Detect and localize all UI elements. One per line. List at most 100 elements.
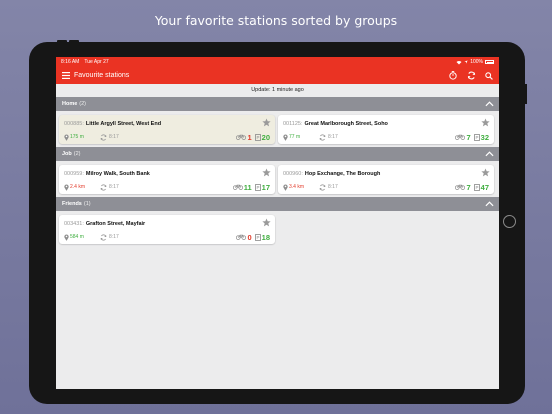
station-card-row: 003431: Grafton Street, Mayfair 584 m 8:…: [56, 211, 499, 247]
svg-text:P: P: [256, 185, 259, 190]
station-name: Grafton Street, Mayfair: [85, 220, 146, 227]
dock-icon: P: [473, 183, 480, 191]
group-count: (2): [79, 101, 87, 107]
timer-icon: [449, 71, 457, 80]
chevron-up-icon[interactable]: [485, 201, 494, 207]
station-card[interactable]: 003431: Grafton Street, Mayfair 584 m 8:…: [59, 215, 275, 244]
group-header[interactable]: Home (2): [56, 97, 499, 111]
sync-icon: [319, 133, 326, 141]
station-name: Great Marlborough Street, Soho: [304, 120, 388, 127]
station-update-time: 8:17: [109, 134, 119, 140]
station-card[interactable]: 000959: Milroy Walk, South Bank 2.4 km 8…: [59, 165, 275, 194]
station-name: Milroy Walk, South Bank: [85, 170, 150, 177]
star-icon[interactable]: [481, 168, 490, 177]
station-update-time: 8:17: [109, 234, 119, 240]
refresh-button[interactable]: [465, 70, 477, 82]
sync-icon: [100, 183, 107, 191]
dock-icon: P: [254, 233, 261, 241]
station-code: 000959:: [64, 170, 84, 177]
location-pin-icon: [283, 134, 288, 141]
app-bar: Favourite stations: [56, 67, 499, 84]
star-icon[interactable]: [481, 118, 490, 127]
battery-percent: 100%: [470, 59, 483, 65]
dock-icon: P: [254, 183, 261, 191]
station-update-time: 8:17: [328, 134, 338, 140]
group-header[interactable]: Job (2): [56, 147, 499, 161]
refresh-icon: [467, 71, 475, 80]
svg-text:P: P: [475, 135, 478, 140]
chevron-up-icon[interactable]: [485, 101, 494, 107]
station-card[interactable]: 000960: Hop Exchange, The Borough 3.4 km…: [278, 165, 494, 194]
station-group: Job (2) 000959: Milroy Walk, South Bank …: [56, 147, 499, 197]
marketing-headline: Your favorite stations sorted by groups: [154, 13, 398, 28]
available-bikes: 7: [466, 182, 471, 192]
station-card-row: 000885: Little Argyll Street, West End 1…: [56, 111, 499, 147]
battery-icon: [485, 60, 494, 64]
dock-icon: P: [254, 133, 261, 141]
group-count: (1): [83, 201, 91, 207]
group-count: (2): [73, 151, 81, 157]
station-card[interactable]: 001125: Great Marlborough Street, Soho 7…: [278, 115, 494, 144]
available-docks: 47: [480, 182, 489, 192]
location-arrow-icon: [464, 60, 468, 64]
group-name: Home: [62, 101, 78, 107]
svg-text:P: P: [256, 235, 259, 240]
dock-icon: P: [473, 133, 480, 141]
station-distance: 77 m: [289, 134, 301, 140]
station-group: Friends (1) 003431: Grafton Street, Mayf…: [56, 197, 499, 247]
bike-icon: [236, 134, 247, 140]
available-docks: 18: [261, 232, 270, 242]
station-name: Little Argyll Street, West End: [85, 120, 162, 127]
location-pin-icon: [64, 184, 69, 191]
search-button[interactable]: [483, 70, 495, 82]
station-update-time: 8:17: [109, 184, 119, 190]
available-docks: 32: [480, 132, 489, 142]
station-distance: 2.4 km: [70, 184, 86, 190]
group-header[interactable]: Friends (1): [56, 197, 499, 211]
station-card-row: 000959: Milroy Walk, South Bank 2.4 km 8…: [56, 161, 499, 197]
star-icon[interactable]: [262, 218, 271, 227]
sync-icon: [319, 183, 326, 191]
wifi-icon: [456, 60, 462, 64]
star-icon[interactable]: [262, 118, 271, 127]
location-pin-icon: [283, 184, 288, 191]
menu-icon: [62, 72, 70, 79]
chevron-up-icon[interactable]: [485, 151, 494, 157]
group-name: Friends: [62, 201, 82, 207]
station-code: 001125:: [283, 120, 303, 127]
sync-icon: [100, 233, 107, 241]
group-name: Job: [62, 151, 72, 157]
bike-icon: [455, 134, 466, 140]
available-docks: 17: [261, 182, 270, 192]
bike-icon: [232, 184, 243, 190]
station-distance: 175 m: [70, 134, 84, 140]
station-card[interactable]: 000885: Little Argyll Street, West End 1…: [59, 115, 275, 144]
update-status: Update: 1 minute ago: [251, 87, 304, 93]
svg-text:P: P: [256, 135, 259, 140]
location-pin-icon: [64, 234, 69, 241]
station-update-time: 8:17: [328, 184, 338, 190]
location-pin-icon: [64, 134, 69, 141]
station-name: Hop Exchange, The Borough: [304, 170, 381, 177]
station-groups: Home (2) 000885: Little Argyll Street, W…: [56, 97, 499, 247]
station-code: 003431:: [64, 220, 84, 227]
bike-icon: [455, 184, 466, 190]
available-bikes: 1: [247, 132, 252, 142]
app-screen: 8:16 AM Tue Apr 27 100% Favourite statio…: [56, 57, 499, 389]
timer-button[interactable]: [447, 70, 459, 82]
status-bar: 8:16 AM Tue Apr 27 100%: [56, 57, 499, 67]
station-code: 000885:: [64, 120, 84, 127]
status-date: Tue Apr 27: [84, 59, 109, 65]
available-docks: 20: [261, 132, 270, 142]
menu-button[interactable]: [61, 71, 71, 81]
device-home-button: [503, 215, 516, 228]
star-icon[interactable]: [262, 168, 271, 177]
available-bikes: 11: [243, 182, 252, 192]
search-icon: [485, 71, 493, 80]
svg-text:P: P: [475, 185, 478, 190]
page-title: Favourite stations: [74, 72, 130, 79]
available-bikes: 0: [247, 232, 252, 242]
station-distance: 584 m: [70, 234, 84, 240]
status-time: 8:16 AM: [61, 59, 80, 65]
sync-icon: [100, 133, 107, 141]
